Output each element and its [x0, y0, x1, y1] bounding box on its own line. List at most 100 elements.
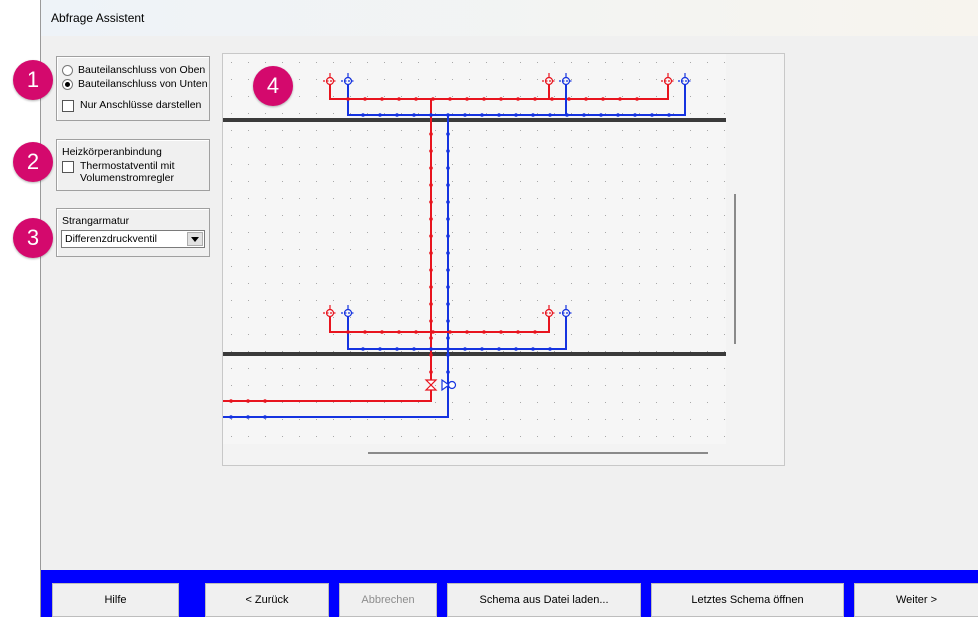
- pipe-node: [550, 97, 554, 101]
- pipe-node: [514, 347, 518, 351]
- riser-fitting-group: Strangarmatur Differenzdruckventil: [56, 208, 210, 257]
- pipe-node: [446, 347, 450, 351]
- help-button[interactable]: Hilfe: [52, 583, 179, 617]
- pipe-node: [584, 97, 588, 101]
- pipe-node: [599, 113, 603, 117]
- pipe-node: [567, 97, 571, 101]
- radio-connection-bottom[interactable]: Bauteilanschluss von Unten: [62, 78, 210, 90]
- pipe-node: [446, 336, 450, 340]
- radiator-group: Heizkörperanbindung Thermostatventil mit…: [56, 139, 210, 191]
- pipe-node: [429, 370, 433, 374]
- pipe-node: [429, 336, 433, 340]
- radio-button-selected[interactable]: [62, 79, 73, 90]
- pipe-node: [482, 330, 486, 334]
- pipe-node: [531, 347, 535, 351]
- pipe-node: [397, 330, 401, 334]
- pipe-node: [446, 217, 450, 221]
- grid-dots: [223, 54, 726, 444]
- pipe-node: [429, 347, 433, 351]
- window-title: Abfrage Assistent: [51, 11, 145, 25]
- pipe-node: [480, 113, 484, 117]
- pipe-node: [482, 97, 486, 101]
- pipe-node: [533, 97, 537, 101]
- pipe-node: [378, 347, 382, 351]
- pipe-node: [446, 132, 450, 136]
- pipe-node: [414, 97, 418, 101]
- pipe-node: [429, 113, 433, 117]
- pipe-node: [429, 217, 433, 221]
- pipe-node: [633, 113, 637, 117]
- dropdown-arrow-icon[interactable]: [187, 232, 203, 246]
- pipe-node: [582, 113, 586, 117]
- pipe-node: [229, 399, 233, 403]
- pipe-node: [380, 330, 384, 334]
- pipe-node: [429, 166, 433, 170]
- pipe-node: [533, 330, 537, 334]
- cancel-button[interactable]: Abbrechen: [339, 583, 437, 617]
- step-badge-3: 3: [13, 218, 53, 258]
- radio-connection-top[interactable]: Bauteilanschluss von Oben: [62, 64, 210, 76]
- pipe-node: [463, 113, 467, 117]
- pipe-node: [463, 347, 467, 351]
- pipe-node: [429, 353, 433, 357]
- pipe-node: [380, 97, 384, 101]
- pipe-node: [516, 97, 520, 101]
- pipe-node: [446, 149, 450, 153]
- schematic-canvas[interactable]: [222, 53, 785, 466]
- pipe-node: [465, 97, 469, 101]
- thermostat-valve-checkbox-row[interactable]: Thermostatventil mit Volumenstromregler: [62, 160, 175, 184]
- pipe-node: [397, 97, 401, 101]
- show-connections-checkbox[interactable]: [62, 100, 74, 112]
- back-button[interactable]: < Zurück: [205, 583, 329, 617]
- pipe-node: [497, 113, 501, 117]
- pipe-node: [446, 353, 450, 357]
- pipe-node: [565, 113, 569, 117]
- pipe-node: [446, 319, 450, 323]
- pipe-node: [446, 251, 450, 255]
- pipe-node: [246, 399, 250, 403]
- step-badge-4: 4: [253, 66, 293, 106]
- pipe-node: [548, 113, 552, 117]
- riser-fitting-title: Strangarmatur: [62, 215, 130, 227]
- step-badge-1: 1: [13, 60, 53, 100]
- heating-schematic: [223, 54, 736, 454]
- pipe-node: [480, 347, 484, 351]
- pipe-node: [601, 97, 605, 101]
- pipe-node: [363, 97, 367, 101]
- pipe-node: [361, 347, 365, 351]
- vertical-scrollbar-thumb: [734, 194, 736, 344]
- pipe-node: [431, 330, 435, 334]
- thermostat-valve-checkbox[interactable]: [62, 161, 74, 173]
- pipe-node: [446, 113, 450, 117]
- assistant-window: Abfrage Assistent Bauteilanschluss von O…: [13, 0, 978, 617]
- pipe-node: [499, 97, 503, 101]
- pipe-node: [446, 183, 450, 187]
- next-button[interactable]: Weiter >: [854, 583, 978, 617]
- pipe-node: [531, 113, 535, 117]
- load-schema-button[interactable]: Schema aus Datei laden...: [447, 583, 641, 617]
- radio-button[interactable]: [62, 65, 73, 76]
- pipe-node: [429, 183, 433, 187]
- open-last-schema-button[interactable]: Letztes Schema öffnen: [651, 583, 844, 617]
- pipe-node: [378, 113, 382, 117]
- pipe-node: [431, 97, 435, 101]
- pipe-node: [395, 347, 399, 351]
- radio-label-bottom: Bauteilanschluss von Unten: [78, 78, 208, 90]
- pipe-node: [446, 302, 450, 306]
- pipe-node: [429, 149, 433, 153]
- pipe-node: [429, 319, 433, 323]
- pipe-node: [616, 113, 620, 117]
- thermostat-valve-label: Thermostatventil mit Volumenstromregler: [80, 160, 175, 184]
- title-bar: Abfrage Assistent: [41, 0, 978, 36]
- pipe-node: [414, 330, 418, 334]
- pipe-node: [635, 97, 639, 101]
- pipe-node: [395, 113, 399, 117]
- pipe-node: [448, 330, 452, 334]
- pipe-node: [412, 113, 416, 117]
- pipe-node: [429, 132, 433, 136]
- show-connections-checkbox-row[interactable]: Nur Anschlüsse darstellen: [62, 99, 201, 112]
- pipe-node: [446, 200, 450, 204]
- pipe-node: [446, 370, 450, 374]
- riser-fitting-dropdown[interactable]: Differenzdruckventil: [61, 230, 205, 248]
- pipe-node: [246, 415, 250, 419]
